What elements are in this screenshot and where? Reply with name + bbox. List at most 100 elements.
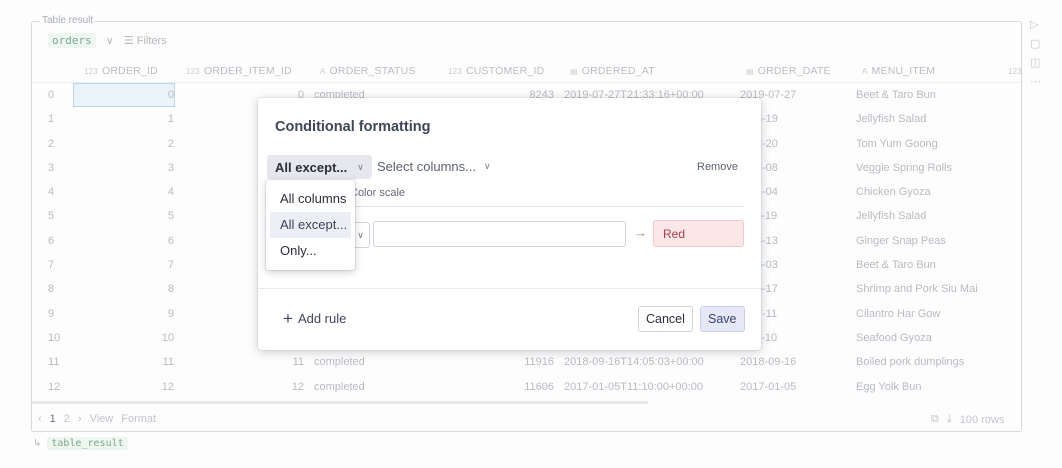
column-mode-menu: All columns All except... Only... <box>266 180 355 270</box>
cell-order-id[interactable]: 9 <box>72 308 174 320</box>
row-index[interactable]: 6 <box>48 235 54 247</box>
column-header[interactable]: A MENU_ITEM <box>862 65 935 77</box>
add-rule-button[interactable]: + Add rule <box>283 310 346 327</box>
copy-icon[interactable]: ⧉ <box>931 413 939 426</box>
cell-customer-id[interactable]: 11606 <box>442 381 554 393</box>
horizontal-scrollbar[interactable] <box>32 401 648 404</box>
table-header: 123 ORDER_ID 123 ORDER_ITEM_ID A ORDER_STAT… <box>32 59 1022 83</box>
condition-value-input[interactable] <box>373 221 626 247</box>
number-type-icon: 123 <box>1008 67 1022 76</box>
cell-order-id[interactable]: 12 <box>72 381 174 393</box>
cell-menu-item[interactable]: Boiled pork dumplings <box>856 356 964 368</box>
menu-item-all-columns[interactable]: All columns <box>270 186 351 212</box>
cell-order-date[interactable]: 2017-01-05 <box>740 381 796 393</box>
cell-menu-item[interactable]: Beet & Taro Bun <box>856 259 936 271</box>
cell-order-id[interactable]: 4 <box>72 186 174 198</box>
number-type-icon: 123 <box>186 67 200 76</box>
cell-menu-item[interactable]: Jellyfish Salad <box>856 113 926 125</box>
output-variable-row: ↳ table_result <box>33 437 128 450</box>
column-header[interactable]: ▤ ORDERED_AT <box>570 65 655 77</box>
cell-menu-item[interactable]: Chicken Gyoza <box>856 186 931 198</box>
page-button[interactable]: 2 <box>64 413 70 425</box>
cell-order-id[interactable]: 11 <box>72 356 174 368</box>
table-row[interactable]: 12 12 12 completed 11606 2017-01-05T11:10:00+… <box>32 375 1021 399</box>
view-button[interactable]: View <box>90 413 114 425</box>
color-select[interactable]: Red <box>653 220 744 247</box>
cell-order-item-id[interactable]: 11 <box>182 356 304 368</box>
row-index[interactable]: 9 <box>48 308 54 320</box>
divider <box>258 288 761 289</box>
row-index[interactable]: 0 <box>48 89 54 101</box>
text-type-icon: A <box>320 67 326 76</box>
cell-menu-item[interactable]: Tom Yum Goong <box>856 138 938 150</box>
cell-order-item-id[interactable]: 12 <box>182 381 304 393</box>
chevron-down-icon[interactable]: ∨ <box>106 34 114 47</box>
row-index[interactable]: 7 <box>48 259 54 271</box>
more-icon[interactable]: ⋯ <box>1030 75 1041 88</box>
source-variable[interactable]: orders <box>48 33 96 48</box>
comment-icon[interactable]: ▢ <box>1030 37 1041 50</box>
row-index[interactable]: 10 <box>48 332 60 344</box>
cell-order-id[interactable]: 0 <box>72 89 174 101</box>
run-icon[interactable]: ▷ <box>1030 18 1041 31</box>
prev-page-icon[interactable]: ‹ <box>38 413 42 425</box>
cell-order-id[interactable]: 8 <box>72 283 174 295</box>
column-header[interactable]: ▤ ORDER_DATE <box>746 65 831 77</box>
cell-order-id[interactable]: 6 <box>72 235 174 247</box>
cell-menu-item[interactable]: Egg Yolk Bun <box>856 381 921 393</box>
column-header[interactable]: 123 ORDER_ITEM_ID <box>186 65 292 77</box>
layout-icon[interactable]: ◫ <box>1030 56 1041 69</box>
cell-ordered-at[interactable]: 2018-09-16T14:05:03+00:00 <box>564 356 704 368</box>
row-index[interactable]: 8 <box>48 283 54 295</box>
next-page-icon[interactable]: › <box>78 413 82 425</box>
column-header[interactable]: A ORDER_STATUS <box>320 65 416 77</box>
download-icon[interactable]: ⤓ <box>947 413 952 426</box>
row-index[interactable]: 3 <box>48 162 54 174</box>
remove-button[interactable]: Remove <box>697 161 738 173</box>
row-index[interactable]: 11 <box>48 356 59 368</box>
page-button[interactable]: 1 <box>50 413 56 425</box>
cell-menu-item[interactable]: Seafood Gyoza <box>856 332 932 344</box>
cell-menu-item[interactable]: Ginger Snap Peas <box>856 235 946 247</box>
cell-order-date[interactable]: 2018-09-16 <box>740 356 796 368</box>
cell-customer-id[interactable]: 11916 <box>442 356 554 368</box>
cell-order-id[interactable]: 7 <box>72 259 174 271</box>
plus-icon: + <box>283 309 293 328</box>
filters-button[interactable]: ☰ Filters <box>124 34 167 47</box>
cell-menu-item[interactable]: Beet & Taro Bun <box>856 89 936 101</box>
output-variable[interactable]: table_result <box>47 437 128 450</box>
cell-menu-item[interactable]: Jellyfish Salad <box>856 210 926 222</box>
column-header[interactable]: 123 CUSTOMER_ID <box>448 65 544 77</box>
arrow-right-icon: → <box>634 225 647 240</box>
cancel-button[interactable]: Cancel <box>638 306 693 332</box>
cell-order-id[interactable]: 10 <box>72 332 174 344</box>
cell-order-status[interactable]: completed <box>314 356 365 368</box>
column-header[interactable]: 123 ORDER_ID <box>84 65 158 77</box>
cell-order-id[interactable]: 3 <box>72 162 174 174</box>
cell-order-status[interactable]: completed <box>314 381 365 393</box>
save-button[interactable]: Save <box>700 306 745 332</box>
cell-order-id[interactable]: 1 <box>72 113 174 125</box>
return-arrow-icon: ↳ <box>33 438 42 449</box>
column-mode-select[interactable]: All except... ∨ <box>267 155 372 179</box>
table-toolbar: orders ∨ ☰ Filters <box>48 33 167 48</box>
row-count: 100 rows <box>959 413 1005 426</box>
cell-menu-item[interactable]: Shrimp and Pork Siu Mai <box>856 283 978 295</box>
table-row[interactable]: 11 11 11 completed 11916 2018-09-16T14:05:03+… <box>32 350 1021 374</box>
cell-menu-item[interactable]: Cilantro Har Gow <box>856 308 940 320</box>
format-type-tab[interactable]: Color scale <box>350 187 405 199</box>
row-index[interactable]: 4 <box>48 186 54 198</box>
row-index[interactable]: 5 <box>48 210 54 222</box>
cell-ordered-at[interactable]: 2017-01-05T11:10:00+00:00 <box>564 381 703 393</box>
format-button[interactable]: Format <box>121 413 156 425</box>
cell-menu-item[interactable]: Veggie Spring Rolls <box>856 162 952 174</box>
select-columns-dropdown[interactable]: Select columns... ∨ <box>377 159 491 174</box>
menu-item-only[interactable]: Only... <box>270 238 351 264</box>
row-index[interactable]: 12 <box>48 381 60 393</box>
column-header[interactable]: 123 <box>1008 65 1026 77</box>
row-index[interactable]: 1 <box>48 113 54 125</box>
cell-order-id[interactable]: 2 <box>72 138 174 150</box>
menu-item-all-except[interactable]: All except... <box>270 212 351 238</box>
row-index[interactable]: 2 <box>48 138 54 150</box>
cell-order-id[interactable]: 5 <box>72 210 174 222</box>
